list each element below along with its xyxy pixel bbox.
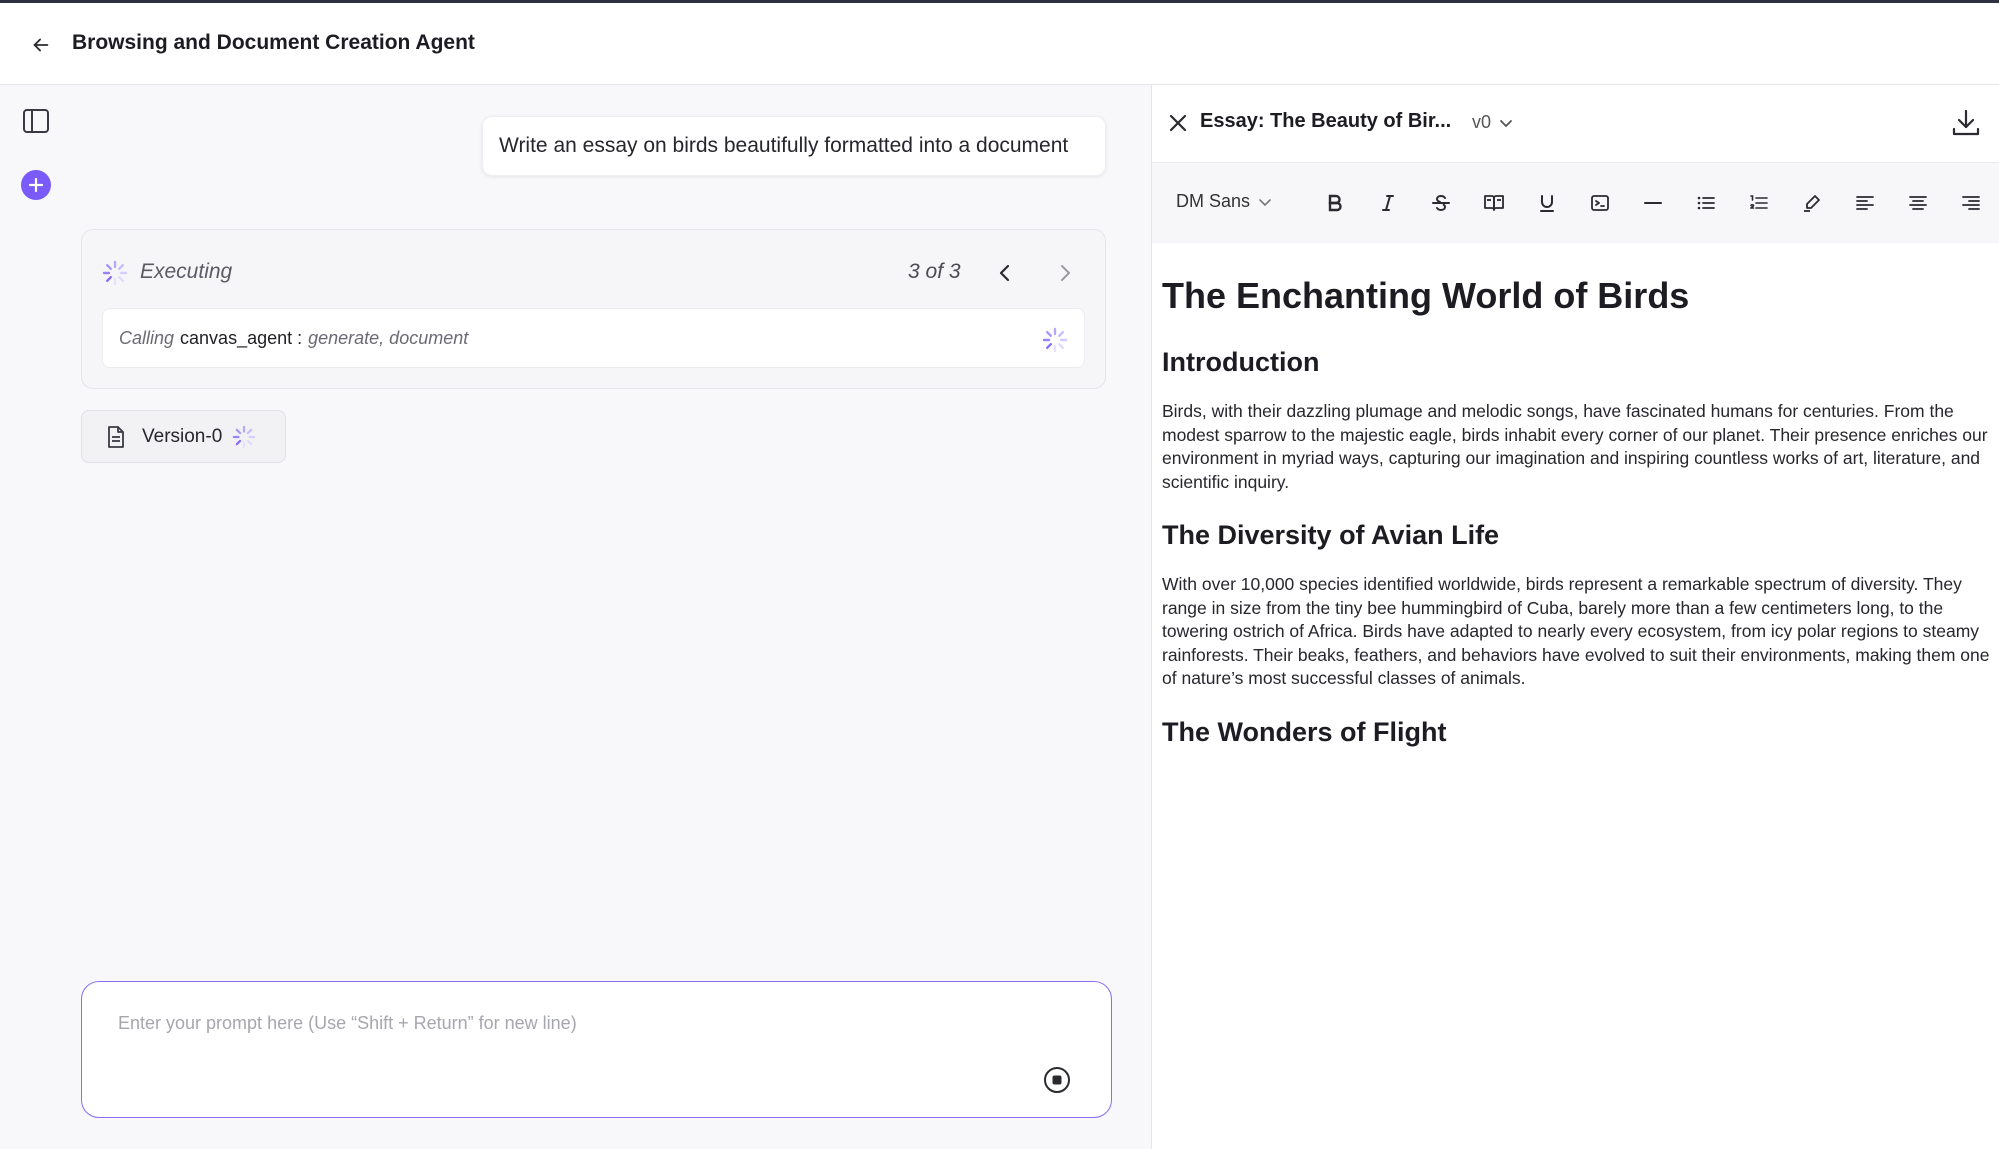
sidebar-panel-icon	[23, 109, 49, 133]
tool-call-name: canvas_agent :	[180, 327, 303, 348]
prompt-box	[81, 981, 1112, 1118]
tool-call-args: generate, document	[308, 327, 469, 348]
align-center-button[interactable]	[1904, 189, 1932, 217]
align-right-button[interactable]	[1957, 189, 1985, 217]
loading-spinner-icon	[233, 425, 256, 448]
numbered-list-button[interactable]	[1745, 189, 1773, 217]
horizontal-rule-icon	[1644, 202, 1662, 204]
document-body[interactable]: The Enchanting World of Birds Introducti…	[1162, 275, 1992, 770]
bold-icon	[1328, 194, 1342, 212]
document-heading: The Enchanting World of Birds	[1162, 275, 1690, 316]
stop-generation-button[interactable]	[1042, 1065, 1072, 1095]
chevron-right-icon	[1061, 265, 1070, 281]
font-family-label: DM Sans	[1176, 191, 1251, 211]
align-left-button[interactable]	[1851, 189, 1879, 217]
section-heading: Introduction	[1162, 347, 1320, 377]
app-title: Browsing and Document Creation Agent	[72, 31, 475, 54]
section-heading: The Diversity of Avian Life	[1162, 520, 1500, 550]
execution-card: Executing 3 of 3 Calling canvas_agent : …	[81, 229, 1106, 389]
align-right-icon	[1962, 196, 1980, 210]
document-version-label: v0	[1472, 112, 1492, 132]
sidebar-toggle-button[interactable]	[21, 106, 51, 136]
section-heading: The Wonders of Flight	[1162, 716, 1447, 747]
document-title: Essay: The Beauty of Bir...	[1200, 110, 1452, 132]
step-counter: 3 of 3	[908, 260, 961, 283]
previous-step-button[interactable]	[992, 260, 1018, 286]
horizontal-rule-button[interactable]	[1639, 189, 1667, 217]
numbered-list-icon	[1750, 195, 1768, 209]
document-panel: Essay: The Beauty of Bir... v0 DM Sans T…	[1151, 85, 1999, 1149]
chevron-down-icon	[1259, 198, 1271, 206]
font-family-select[interactable]: DM Sans	[1176, 191, 1272, 212]
close-icon	[1169, 114, 1187, 132]
terminal-icon	[1591, 195, 1609, 211]
formatting-toolbar: DM Sans	[1152, 163, 1999, 243]
tool-call-row: Calling canvas_agent : generate, documen…	[102, 308, 1085, 368]
version-chip-label: Version-0	[142, 425, 223, 447]
chevron-down-icon	[1500, 119, 1512, 127]
underline-icon	[1540, 195, 1554, 212]
book-open-icon	[1484, 195, 1504, 211]
bullet-list-button[interactable]	[1692, 189, 1720, 217]
section-paragraph: Birds, with their dazzling plumage and m…	[1162, 401, 1988, 492]
download-button[interactable]	[1950, 107, 1982, 139]
arrow-left-icon	[33, 38, 49, 52]
loading-spinner-icon	[102, 260, 128, 286]
app-header: Browsing and Document Creation Agent	[0, 3, 1999, 85]
highlighter-icon	[1804, 195, 1820, 212]
strikethrough-icon	[1432, 194, 1450, 212]
next-step-button[interactable]	[1052, 260, 1078, 286]
italic-icon	[1382, 195, 1394, 211]
strikethrough-button[interactable]	[1427, 189, 1455, 217]
italic-button[interactable]	[1374, 189, 1402, 217]
document-header: Essay: The Beauty of Bir... v0	[1152, 85, 1999, 163]
version-chip[interactable]: Version-0	[81, 410, 286, 463]
blockquote-button[interactable]	[1480, 189, 1508, 217]
prompt-input[interactable]	[118, 1008, 1018, 1038]
chevron-left-icon	[999, 264, 1010, 282]
execution-status: Executing	[140, 260, 233, 283]
download-icon	[1952, 109, 1980, 136]
align-center-icon	[1909, 196, 1927, 210]
align-left-icon	[1856, 196, 1874, 210]
bullet-list-icon	[1697, 196, 1715, 210]
code-block-button[interactable]	[1586, 189, 1614, 217]
underline-button[interactable]	[1533, 189, 1561, 217]
tool-call-prefix: Calling	[119, 327, 175, 348]
plus-icon	[28, 177, 44, 193]
section-paragraph: With over 10,000 species identified worl…	[1162, 574, 1990, 688]
stop-icon	[1044, 1067, 1070, 1093]
back-button[interactable]	[26, 30, 56, 60]
new-chat-button[interactable]	[21, 170, 51, 200]
loading-spinner-icon	[1042, 327, 1068, 353]
close-document-button[interactable]	[1164, 109, 1192, 137]
bold-button[interactable]	[1321, 189, 1349, 217]
document-version-select[interactable]: v0	[1472, 112, 1513, 133]
highlight-button[interactable]	[1798, 189, 1826, 217]
document-icon	[108, 425, 124, 448]
user-message: Write an essay on birds beautifully form…	[482, 116, 1106, 176]
